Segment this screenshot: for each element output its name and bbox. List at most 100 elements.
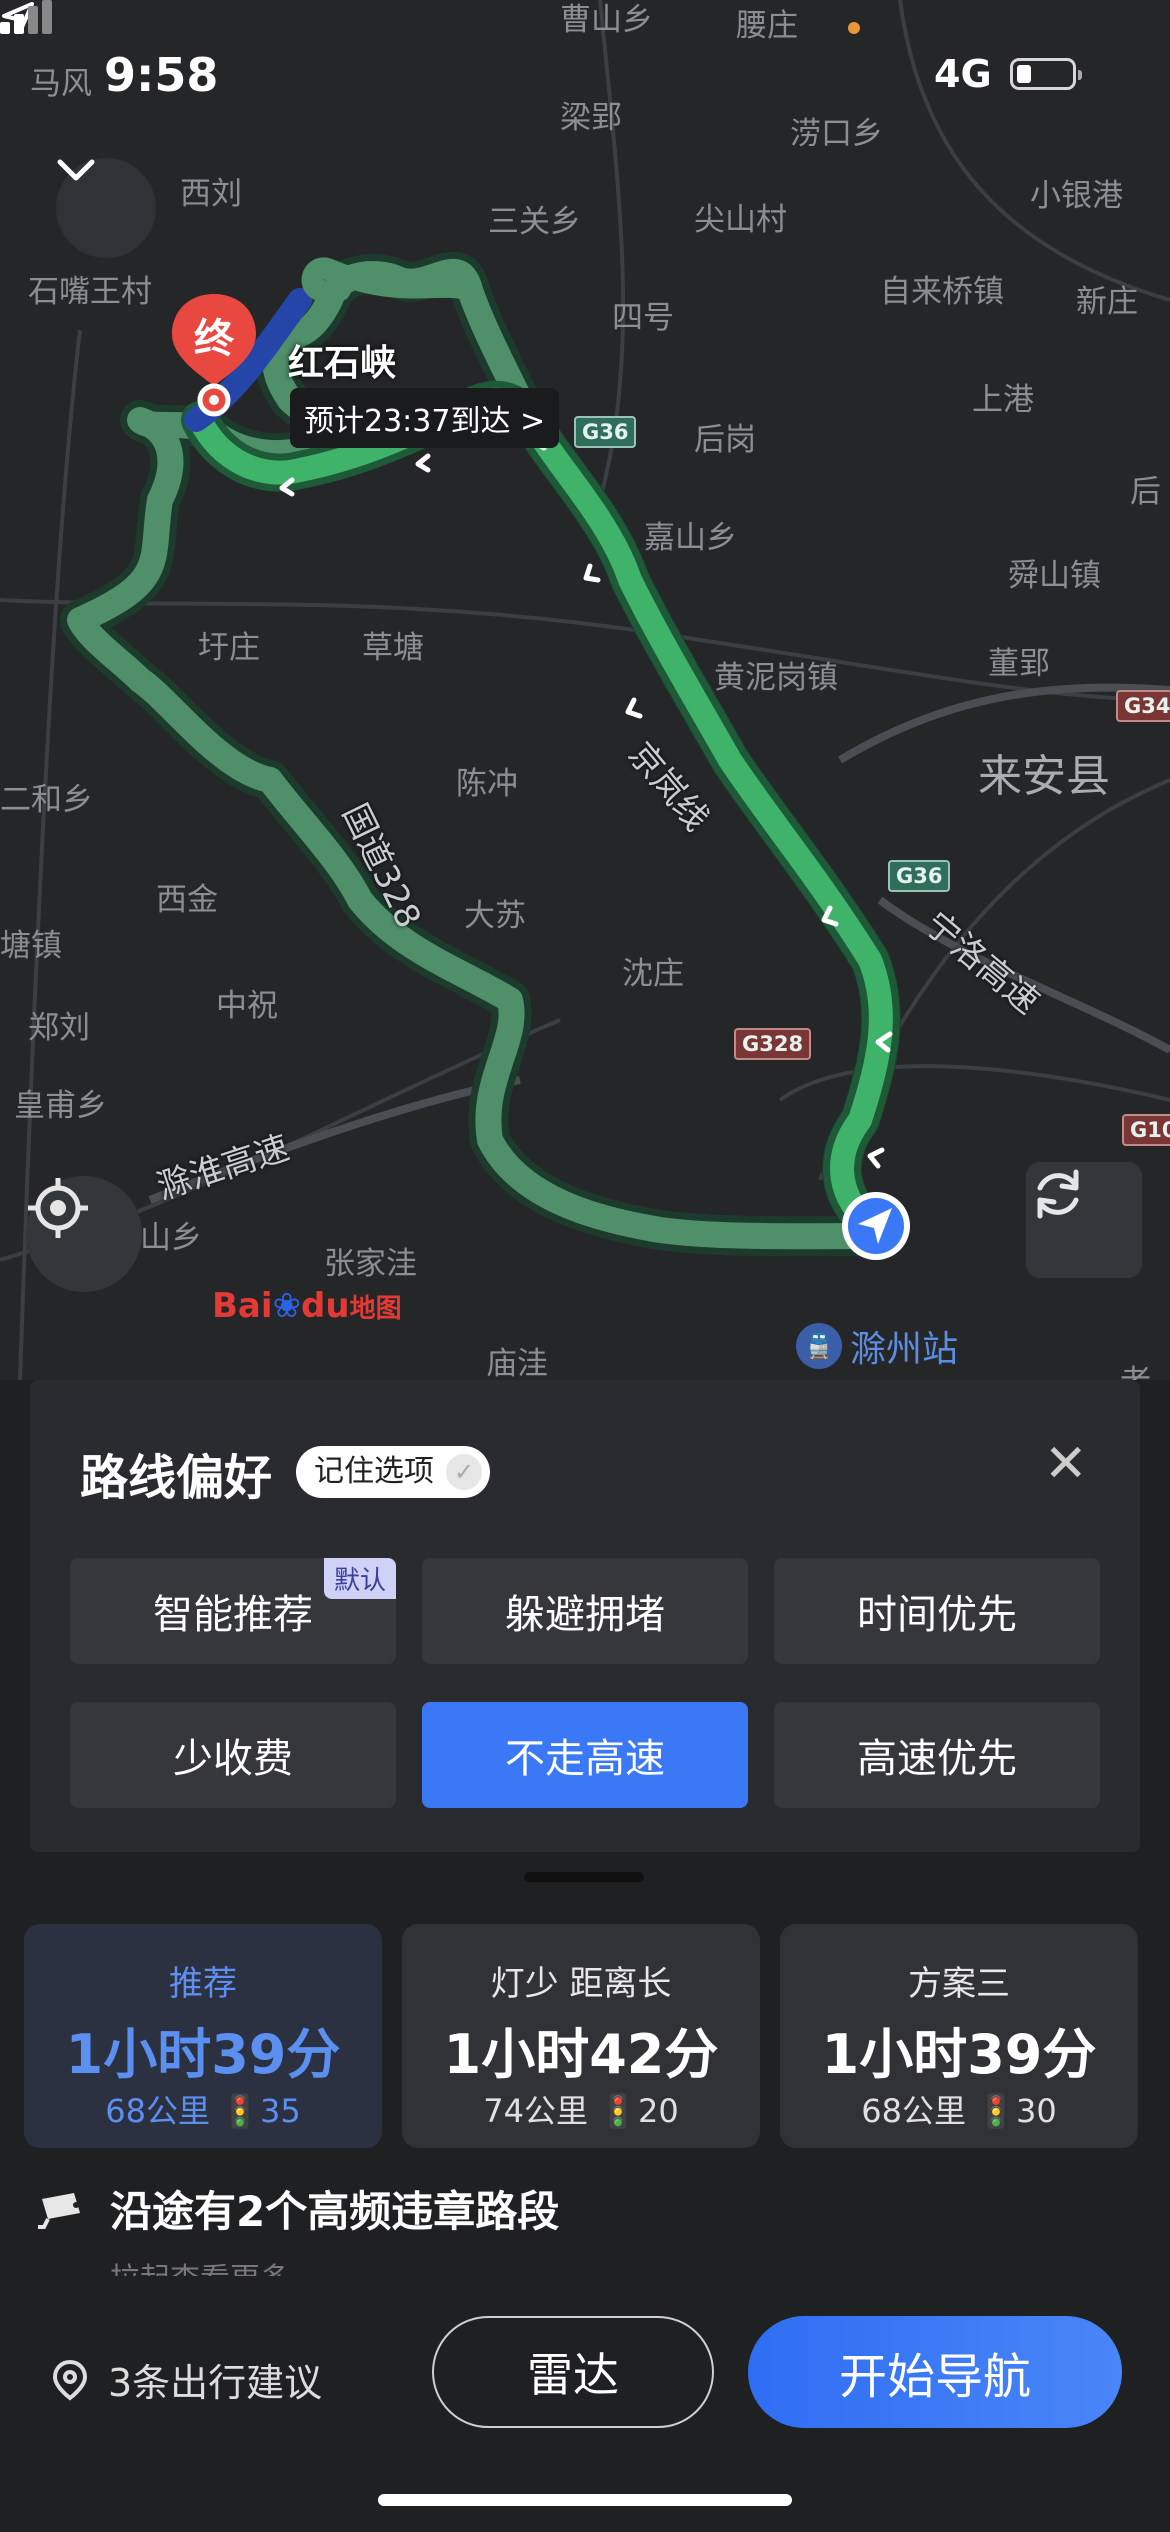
map-place-label: 新庄 bbox=[1076, 284, 1138, 320]
map-place-label: 后 bbox=[1130, 474, 1161, 510]
current-location-icon bbox=[842, 1192, 910, 1260]
map-place-label: 小银港 bbox=[1030, 178, 1123, 214]
logo-text-map: 地图 bbox=[349, 1294, 402, 1324]
map-place-label: 皇甫乡 bbox=[14, 1088, 107, 1124]
expand-hint: 拉起查看更多 bbox=[110, 2254, 290, 2276]
route-label: 方案三 bbox=[908, 1964, 1010, 2004]
map-place-label: 二和乡 bbox=[0, 782, 93, 818]
route-card-recommended[interactable]: 推荐 1小时39分 68公里 🚦35 bbox=[24, 1924, 382, 2148]
map-city-label: 来安县 bbox=[978, 751, 1110, 802]
map-place-label: 圩庄 bbox=[198, 630, 260, 666]
remember-label: 记住选项 bbox=[314, 1454, 434, 1489]
cellular-signal-icon bbox=[0, 0, 52, 34]
home-indicator[interactable] bbox=[378, 2494, 792, 2506]
map-place-label: 沈庄 bbox=[622, 956, 684, 992]
route-meta: 68公里 🚦35 bbox=[24, 2086, 382, 2132]
route-card-option-three[interactable]: 方案三 1小时39分 68公里 🚦30 bbox=[780, 1924, 1138, 2148]
map-place-label: 中祝 bbox=[216, 988, 278, 1024]
paw-icon: ❀ bbox=[272, 1286, 302, 1326]
destination-pin-label: 终 bbox=[194, 316, 234, 362]
road-shield-badge: G36 bbox=[574, 416, 637, 448]
map-place-label: 郑刘 bbox=[28, 1010, 90, 1046]
violation-notice[interactable]: 沿途有2个高频违章路段 bbox=[36, 2178, 559, 2239]
map-place-label: 老 bbox=[1120, 1356, 1151, 1380]
map-place-label: 三关乡 bbox=[488, 204, 581, 240]
route-duration: 1小时39分 bbox=[821, 2023, 1097, 2086]
map-place-label: 后岗 bbox=[694, 422, 756, 458]
collapse-button[interactable] bbox=[56, 158, 156, 258]
battery-icon bbox=[1010, 58, 1082, 90]
map-place-label: 大苏 bbox=[464, 898, 526, 934]
preference-title: 路线偏好 bbox=[80, 1450, 273, 1506]
eta-label[interactable]: 预计23:37到达 > bbox=[290, 388, 560, 448]
route-duration: 1小时42分 bbox=[443, 2023, 719, 2086]
remember-option-toggle[interactable]: 记住选项 ✓ bbox=[296, 1446, 490, 1498]
route-distance: 68公里 bbox=[861, 2092, 966, 2130]
chevron-down-icon bbox=[57, 159, 95, 181]
option-label: 时间优先 bbox=[857, 1592, 1017, 1638]
map-place-label: 山乡 bbox=[140, 1220, 202, 1256]
traffic-light-icon: 🚦 bbox=[220, 2092, 261, 2130]
route-lights: 30 bbox=[1016, 2092, 1057, 2130]
map-place-label: 嘉山乡 bbox=[644, 520, 737, 556]
pref-option-time-first[interactable]: 时间优先 bbox=[774, 1558, 1100, 1664]
route-duration: 1小时39分 bbox=[65, 2023, 341, 2086]
road-shield-badge: G328 bbox=[734, 1028, 812, 1060]
location-pin-icon bbox=[52, 2359, 88, 2400]
map-place-label: 四号 bbox=[612, 300, 674, 336]
logo-text-du: du bbox=[301, 1286, 350, 1326]
option-label: 少收费 bbox=[173, 1736, 293, 1782]
map-place-label: 黄泥岗镇 bbox=[714, 660, 838, 696]
pref-option-highway-first[interactable]: 高速优先 bbox=[774, 1702, 1100, 1808]
map-place-label: 草塘 bbox=[362, 630, 424, 666]
map-place-label: 上港 bbox=[972, 382, 1034, 418]
route-label: 灯少 距离长 bbox=[490, 1964, 672, 2004]
option-label: 躲避拥堵 bbox=[505, 1592, 665, 1638]
station-name: 滁州站 bbox=[850, 1329, 959, 1370]
map-place-label: 舜山镇 bbox=[1008, 558, 1101, 594]
traffic-light-icon: 🚦 bbox=[598, 2092, 639, 2130]
route-meta: 68公里 🚦30 bbox=[780, 2086, 1138, 2132]
advice-label: 3条出行建议 bbox=[108, 2361, 323, 2405]
map-place-label: 西金 bbox=[156, 882, 218, 918]
logo-text-bai: Bai bbox=[212, 1286, 273, 1326]
option-label: 高速优先 bbox=[857, 1736, 1017, 1782]
drag-handle[interactable] bbox=[524, 1872, 644, 1882]
option-label: 不走高速 bbox=[505, 1736, 665, 1782]
map-place-label: 自来桥镇 bbox=[880, 274, 1004, 310]
default-badge: 默认 bbox=[323, 1558, 396, 1599]
crosshair-icon bbox=[28, 1178, 88, 1238]
route-preference-panel: 路线偏好 记住选项 ✓ ✕ 智能推荐 默认 躲避拥堵 时间优先 少收费 不走高速… bbox=[30, 1380, 1140, 1852]
pref-option-smart[interactable]: 智能推荐 默认 bbox=[70, 1558, 396, 1664]
route-distance: 74公里 bbox=[483, 2092, 588, 2130]
map-view[interactable]: 马风 曹山乡 腰庄 梁郢 涝口乡 西刘 三关乡 尖山村 小银港 石嘴王村 四号 自来桥镇 新庄 上港 后岗后… bbox=[0, 0, 1170, 1380]
option-label: 智能推荐 bbox=[153, 1592, 313, 1638]
refresh-icon bbox=[1037, 1169, 1079, 1219]
pref-option-no-highway[interactable]: 不走高速 bbox=[422, 1702, 748, 1808]
locate-me-button[interactable] bbox=[26, 1176, 142, 1292]
refresh-route-button[interactable] bbox=[1026, 1162, 1142, 1278]
route-distance: 68公里 bbox=[105, 2092, 210, 2130]
map-place-label: 塘镇 bbox=[0, 928, 62, 964]
road-shield-badge: G345 bbox=[1116, 690, 1170, 722]
radar-button[interactable]: 雷达 bbox=[432, 2316, 714, 2428]
route-lights: 35 bbox=[260, 2092, 301, 2130]
network-type: 4G bbox=[934, 52, 992, 96]
travel-advice-link[interactable]: 3条出行建议 bbox=[50, 2352, 322, 2407]
route-label: 推荐 bbox=[169, 1964, 237, 2004]
station-label[interactable]: 🚆 滁州站 bbox=[796, 1320, 958, 1372]
camera-icon bbox=[38, 2192, 80, 2229]
pref-option-avoid-congestion[interactable]: 躲避拥堵 bbox=[422, 1558, 748, 1664]
pref-option-low-toll[interactable]: 少收费 bbox=[70, 1702, 396, 1808]
start-navigation-button[interactable]: 开始导航 bbox=[748, 2316, 1122, 2428]
traffic-light-icon: 🚦 bbox=[976, 2092, 1017, 2130]
baidu-map-logo: Bai❀du地图 bbox=[212, 1286, 402, 1326]
route-card-fewer-lights[interactable]: 灯少 距离长 1小时42分 74公里 🚦20 bbox=[402, 1924, 760, 2148]
map-place-label: 董郢 bbox=[988, 646, 1050, 682]
route-meta: 74公里 🚦20 bbox=[402, 2086, 760, 2132]
road-shield-badge: G104 bbox=[1122, 1114, 1170, 1146]
map-place-label: 张家洼 bbox=[324, 1246, 417, 1282]
close-icon[interactable]: ✕ bbox=[1044, 1438, 1088, 1490]
map-place-label: 尖山村 bbox=[694, 202, 787, 238]
violation-text: 沿途有2个高频违章路段 bbox=[110, 2187, 560, 2236]
